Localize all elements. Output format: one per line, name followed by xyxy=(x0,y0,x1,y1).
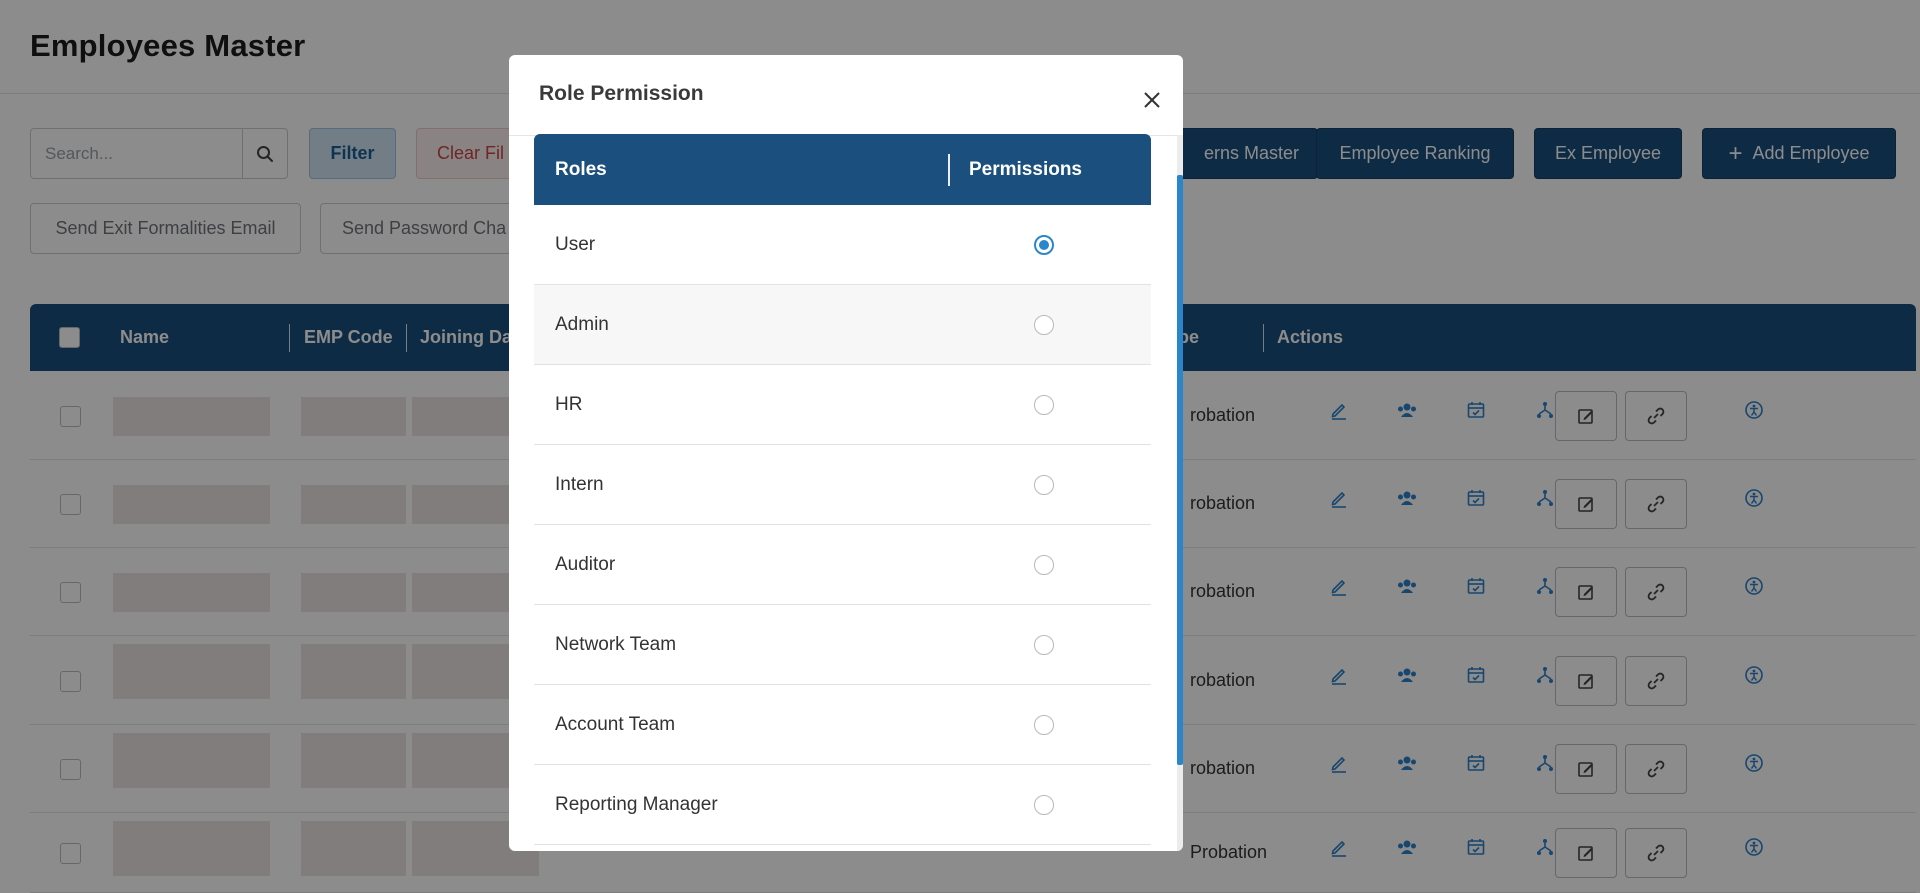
role-permission-radio[interactable] xyxy=(1034,395,1054,415)
role-row[interactable]: Auditor xyxy=(534,525,1151,605)
role-row[interactable]: User xyxy=(534,205,1151,285)
role-row[interactable]: Admin xyxy=(534,285,1151,365)
close-button[interactable] xyxy=(1134,82,1170,118)
role-label: User xyxy=(555,234,596,255)
modal-scrollbar-thumb[interactable] xyxy=(1177,175,1183,765)
role-permission-radio[interactable] xyxy=(1034,235,1054,255)
column-roles: Roles xyxy=(555,158,607,180)
role-permission-radio[interactable] xyxy=(1034,715,1054,735)
column-permissions: Permissions xyxy=(969,158,1082,180)
role-label: Intern xyxy=(555,474,604,495)
role-label: Network Team xyxy=(555,634,677,655)
role-permission-modal: Role Permission Roles Permissions User Ad… xyxy=(509,55,1183,851)
role-label: Reporting Manager xyxy=(555,794,718,815)
role-row[interactable]: HR xyxy=(534,365,1151,445)
role-row[interactable]: Network Team xyxy=(534,605,1151,685)
role-permission-radio[interactable] xyxy=(1034,475,1054,495)
role-label: Admin xyxy=(555,314,609,335)
role-label: HR xyxy=(555,394,583,415)
role-label: Auditor xyxy=(555,554,616,575)
role-permission-radio[interactable] xyxy=(1034,315,1054,335)
role-row[interactable]: Reporting Manager xyxy=(534,765,1151,845)
role-permission-table-header: Roles Permissions xyxy=(534,134,1151,205)
role-permission-radio[interactable] xyxy=(1034,635,1054,655)
close-icon xyxy=(1144,92,1160,108)
role-row[interactable]: Intern xyxy=(534,445,1151,525)
role-permission-radio[interactable] xyxy=(1034,795,1054,815)
role-label: Account Team xyxy=(555,714,676,735)
role-permission-radio[interactable] xyxy=(1034,555,1054,575)
column-separator xyxy=(948,154,950,186)
role-row[interactable]: Account Team xyxy=(534,685,1151,765)
modal-title: Role Permission xyxy=(539,82,704,105)
